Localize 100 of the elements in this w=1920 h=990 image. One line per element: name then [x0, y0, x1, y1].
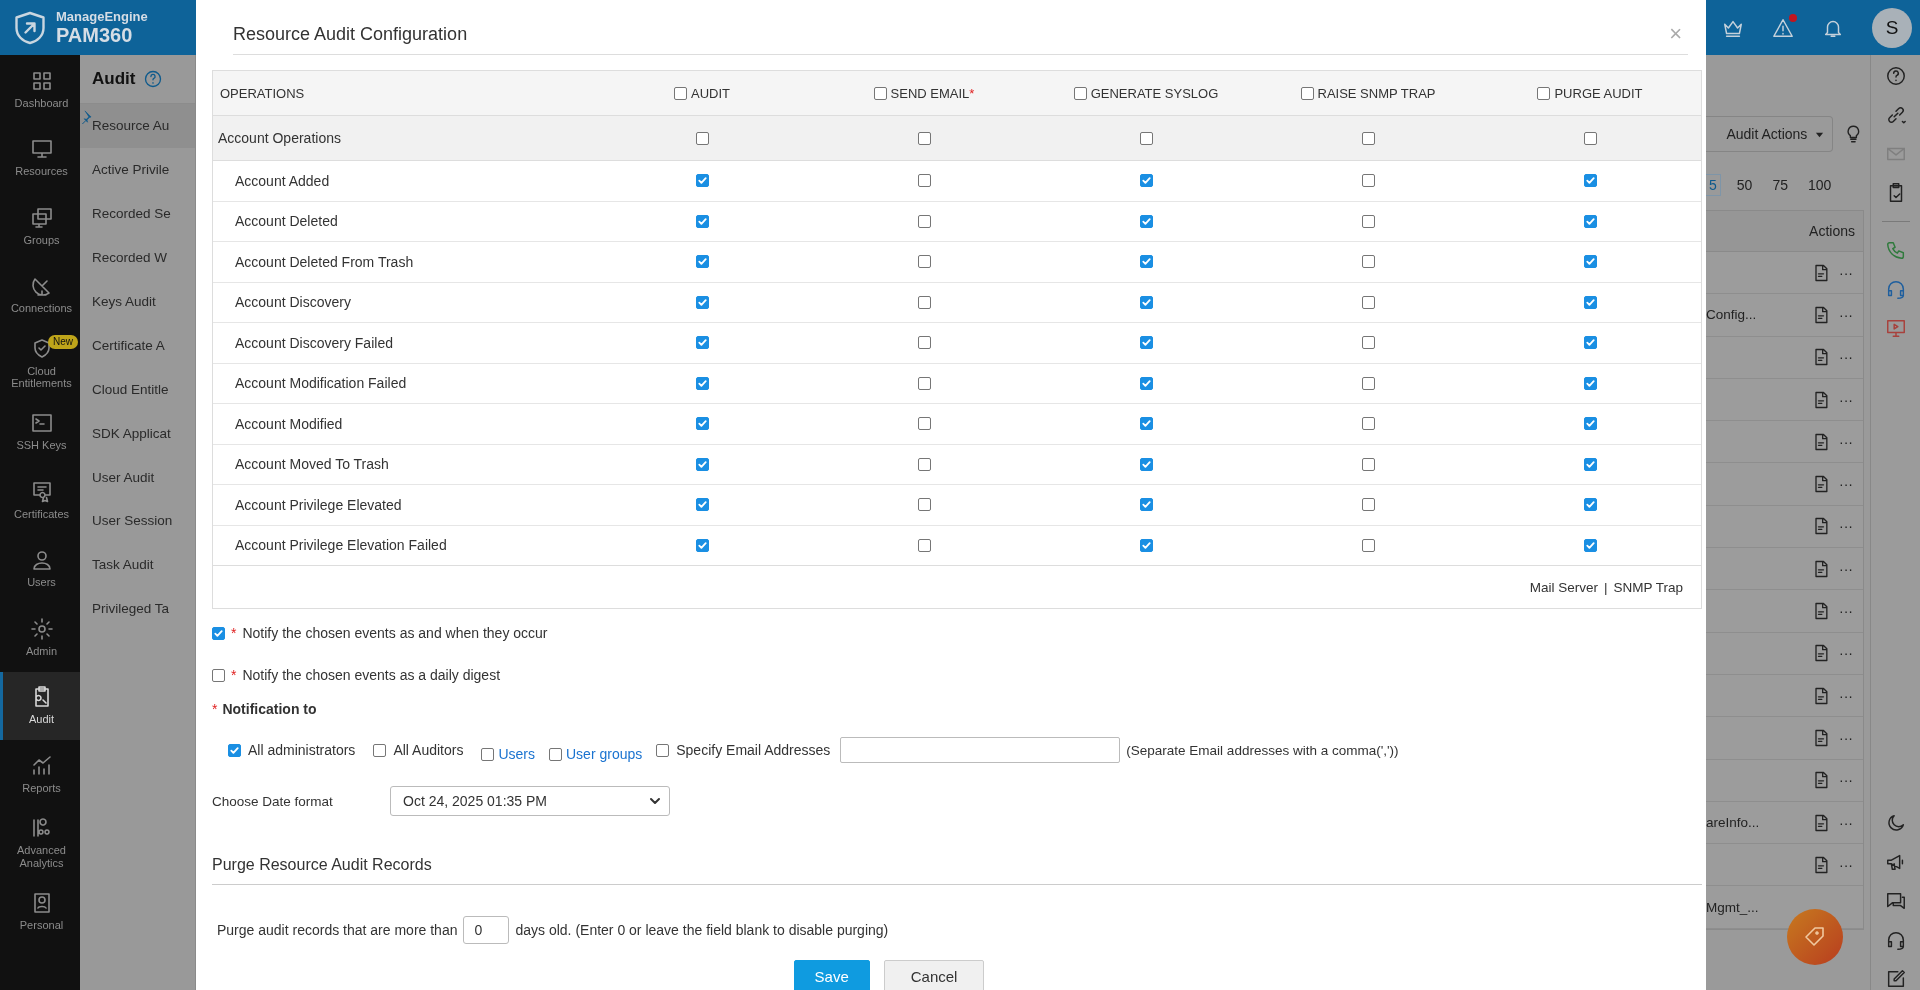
checkbox[interactable] — [212, 668, 225, 682]
checkbox[interactable] — [873, 86, 887, 100]
checkbox[interactable] — [373, 743, 387, 757]
checkbox[interactable] — [1361, 457, 1375, 471]
checkbox[interactable] — [674, 86, 687, 100]
checkbox[interactable] — [1139, 417, 1153, 431]
help-icon[interactable] — [1884, 65, 1907, 87]
checkbox[interactable] — [1139, 131, 1153, 145]
checkbox[interactable] — [1583, 131, 1597, 145]
checkbox[interactable] — [1361, 417, 1375, 431]
nav-item[interactable]: Connections — [0, 260, 80, 329]
nav-item[interactable]: Advanced Analytics — [0, 808, 80, 877]
checkbox[interactable] — [1139, 336, 1153, 350]
checkbox[interactable] — [1361, 376, 1375, 390]
nav-item[interactable]: Users — [0, 534, 80, 603]
more-options[interactable]: ··· — [1839, 264, 1855, 281]
email-input-field[interactable] — [840, 737, 1121, 763]
checkbox[interactable] — [1583, 255, 1597, 269]
column-header[interactable]: PURGE AUDIT — [1479, 85, 1701, 101]
nav-item[interactable]: Audit — [0, 671, 80, 740]
checkbox[interactable] — [917, 255, 931, 269]
checkbox[interactable] — [1300, 86, 1314, 100]
checkbox[interactable] — [1073, 86, 1087, 100]
checkbox[interactable] — [917, 295, 931, 309]
checkbox[interactable] — [1583, 538, 1597, 552]
checkbox[interactable] — [1583, 336, 1597, 350]
column-header[interactable]: SEND EMAIL* — [813, 85, 1035, 101]
more-options[interactable]: ··· — [1839, 687, 1855, 704]
checkbox[interactable] — [1583, 457, 1597, 471]
nav-item[interactable]: Dashboard — [0, 55, 80, 124]
page-size-option[interactable]: 100 — [1803, 174, 1836, 196]
checkbox[interactable] — [1583, 174, 1597, 188]
checkbox[interactable] — [1139, 295, 1153, 309]
more-options[interactable]: ··· — [1839, 772, 1855, 789]
checkbox[interactable] — [917, 174, 931, 188]
nav-item[interactable]: Reports — [0, 740, 80, 809]
checkbox[interactable] — [1361, 336, 1375, 350]
more-options[interactable]: ··· — [1839, 729, 1855, 746]
more-options[interactable]: ··· — [1839, 603, 1855, 619]
nav-item[interactable]: New Cloud Entitlements — [0, 329, 80, 398]
snmp-trap-link[interactable]: SNMP Trap — [1613, 579, 1683, 595]
checkbox[interactable] — [1139, 174, 1153, 188]
checkbox[interactable] — [1583, 214, 1597, 228]
floating-tag-button[interactable] — [1787, 909, 1843, 965]
checkbox[interactable] — [1361, 131, 1375, 145]
submenu-item[interactable]: User Audit — [80, 455, 195, 499]
date-format-select[interactable]: Oct 24, 2025 01:35 PM — [390, 786, 670, 816]
recipient-link[interactable]: Users — [498, 746, 535, 762]
submenu-item[interactable]: User Session — [80, 499, 195, 543]
checkbox[interactable] — [917, 498, 931, 512]
nav-item[interactable]: Resources — [0, 123, 80, 192]
checkbox[interactable] — [1139, 214, 1153, 228]
checkbox[interactable] — [1139, 255, 1153, 269]
checkbox[interactable] — [212, 626, 225, 640]
more-options[interactable]: ··· — [1839, 856, 1855, 873]
checkbox[interactable] — [695, 498, 709, 512]
checkbox[interactable] — [1139, 457, 1153, 471]
more-options[interactable]: ··· — [1839, 433, 1855, 450]
column-header[interactable]: GENERATE SYSLOG — [1035, 85, 1257, 101]
checkbox[interactable] — [549, 747, 562, 761]
checkbox[interactable] — [1139, 376, 1153, 390]
nav-item[interactable]: Groups — [0, 192, 80, 261]
submenu-item[interactable]: Privileged Ta — [80, 586, 195, 631]
page-size-option[interactable]: 75 — [1768, 174, 1792, 196]
more-options[interactable]: ··· — [1839, 476, 1855, 493]
checkbox[interactable] — [917, 214, 931, 228]
checkbox[interactable] — [1361, 255, 1375, 269]
checkbox[interactable] — [1361, 174, 1375, 188]
checkbox[interactable] — [917, 336, 931, 350]
checkbox[interactable] — [917, 376, 931, 390]
checkbox[interactable] — [695, 214, 709, 228]
cancel-button[interactable]: Cancel — [883, 960, 985, 990]
save-button[interactable]: Save — [793, 960, 870, 990]
days-input-field[interactable]: 0 — [463, 916, 510, 944]
checkbox[interactable] — [695, 295, 709, 309]
more-options[interactable]: ··· — [1839, 349, 1855, 366]
more-options[interactable]: ··· — [1839, 814, 1855, 831]
page-size-option[interactable]: 50 — [1732, 174, 1757, 196]
nav-item[interactable]: Admin — [0, 603, 80, 672]
help-icon[interactable] — [143, 69, 164, 89]
checkbox[interactable] — [228, 743, 241, 757]
checkbox[interactable] — [695, 255, 709, 269]
checkbox[interactable] — [1583, 417, 1597, 431]
checkbox[interactable] — [1361, 538, 1375, 552]
mail-server-link[interactable]: Mail Server — [1529, 579, 1598, 595]
warning-icon[interactable] — [1772, 16, 1794, 39]
column-header[interactable]: AUDIT — [591, 85, 813, 101]
audit-actions-dropdown[interactable]: Audit Actions — [1706, 116, 1834, 152]
checkbox[interactable] — [917, 457, 931, 471]
submenu-item[interactable]: Keys Audit — [80, 279, 195, 324]
checkbox[interactable] — [1361, 214, 1375, 228]
checkbox[interactable] — [656, 743, 670, 757]
more-options[interactable]: ··· — [1839, 560, 1855, 577]
more-options[interactable]: ··· — [1839, 518, 1855, 535]
user-avatar[interactable]: S — [1872, 7, 1912, 48]
checkbox[interactable] — [917, 131, 931, 145]
recipient-link[interactable]: User groups — [566, 746, 643, 762]
more-options[interactable]: ··· — [1839, 645, 1855, 662]
chat-icon[interactable] — [1884, 890, 1907, 912]
more-options[interactable]: ··· — [1839, 391, 1855, 408]
